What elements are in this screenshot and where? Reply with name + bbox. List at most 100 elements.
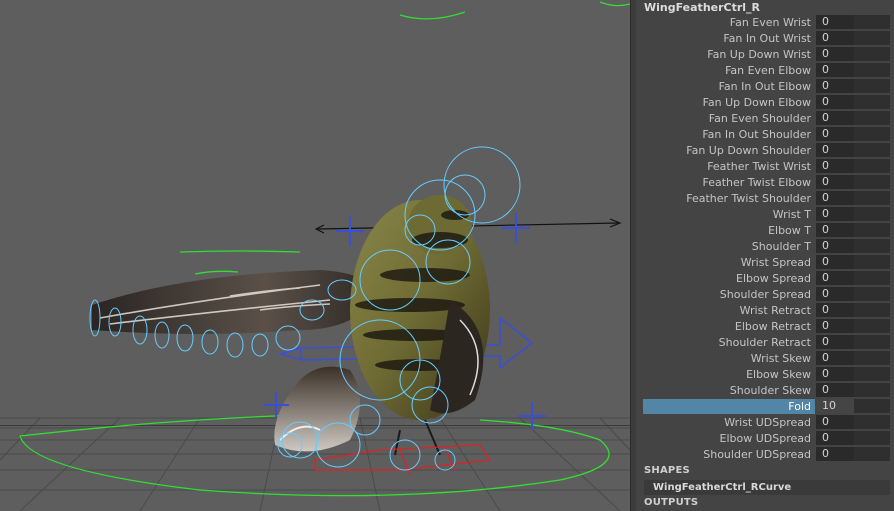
attribute-label[interactable]: Fan Even Shoulder [709, 111, 811, 126]
attribute-value-slider[interactable] [854, 143, 890, 157]
attribute-value-slider[interactable] [854, 175, 890, 189]
attribute-value-slider[interactable] [854, 79, 890, 93]
attribute-value-slider[interactable] [854, 367, 890, 381]
attribute-label[interactable]: Shoulder Skew [730, 383, 811, 398]
attribute-label[interactable]: Wrist Spread [741, 255, 811, 270]
attribute-row[interactable]: Fan Even Wrist 0 [636, 15, 894, 30]
attribute-value-field[interactable]: 0 [816, 111, 854, 125]
attribute-row[interactable]: Fold 10 [636, 399, 894, 414]
attribute-label[interactable]: Fan Even Elbow [725, 63, 811, 78]
attribute-label[interactable]: Wrist T [773, 207, 811, 222]
attribute-value-slider[interactable] [854, 47, 890, 61]
attribute-label[interactable]: Shoulder Retract [719, 335, 811, 350]
attribute-value-slider[interactable] [854, 255, 890, 269]
attribute-value-slider[interactable] [854, 415, 890, 429]
attribute-label[interactable]: Shoulder UDSpread [703, 447, 811, 462]
attribute-row[interactable]: Shoulder Spread 0 [636, 287, 894, 302]
attribute-value-field[interactable]: 0 [816, 287, 854, 301]
attribute-label[interactable]: Fan In Out Wrist [723, 31, 811, 46]
attribute-value-field[interactable]: 10 [816, 399, 854, 413]
attribute-value-field[interactable]: 0 [816, 143, 854, 157]
attribute-row[interactable]: Shoulder Skew 0 [636, 383, 894, 398]
attribute-value-field[interactable]: 0 [816, 319, 854, 333]
attribute-label[interactable]: Fan Up Down Wrist [707, 47, 811, 62]
attribute-value-slider[interactable] [854, 351, 890, 365]
attribute-row[interactable]: Fan In Out Elbow 0 [636, 79, 894, 94]
attribute-value-field[interactable]: 0 [816, 15, 854, 29]
attribute-label[interactable]: Fan In Out Elbow [719, 79, 811, 94]
attribute-value-field[interactable]: 0 [816, 303, 854, 317]
attribute-value-field[interactable]: 0 [816, 31, 854, 45]
attribute-row[interactable]: Fan In Out Shoulder 0 [636, 127, 894, 142]
attribute-value-field[interactable]: 0 [816, 223, 854, 237]
attribute-value-slider[interactable] [854, 383, 890, 397]
attribute-value-field[interactable]: 0 [816, 239, 854, 253]
attribute-value-slider[interactable] [854, 111, 890, 125]
attribute-value-slider[interactable] [854, 431, 890, 445]
attribute-label[interactable]: Shoulder Spread [720, 287, 811, 302]
attribute-value-field[interactable]: 0 [816, 383, 854, 397]
attribute-value-slider[interactable] [854, 63, 890, 77]
attribute-value-field[interactable]: 0 [816, 159, 854, 173]
attribute-label[interactable]: Shoulder T [752, 239, 811, 254]
attribute-label[interactable]: Wrist UDSpread [724, 415, 811, 430]
attribute-value-field[interactable]: 0 [816, 447, 854, 461]
attribute-label[interactable]: Elbow Skew [746, 367, 811, 382]
attribute-label[interactable]: Fan Up Down Elbow [703, 95, 811, 110]
attribute-value-field[interactable]: 0 [816, 207, 854, 221]
attribute-value-slider[interactable] [854, 399, 890, 413]
attribute-row[interactable]: Fan In Out Wrist 0 [636, 31, 894, 46]
attribute-label[interactable]: Wrist Retract [740, 303, 811, 318]
attribute-row[interactable]: Elbow UDSpread 0 [636, 431, 894, 446]
attribute-label[interactable]: Feather Twist Shoulder [686, 191, 811, 206]
node-title[interactable]: WingFeatherCtrl_R [644, 1, 760, 14]
attribute-value-slider[interactable] [854, 159, 890, 173]
attribute-row[interactable]: Elbow Spread 0 [636, 271, 894, 286]
attribute-label[interactable]: Elbow T [768, 223, 811, 238]
attribute-value-slider[interactable] [854, 335, 890, 349]
attribute-label[interactable]: Fold [788, 399, 811, 414]
attribute-value-slider[interactable] [854, 287, 890, 301]
attribute-label[interactable]: Fan In Out Shoulder [702, 127, 811, 142]
attribute-row[interactable]: Elbow T 0 [636, 223, 894, 238]
attribute-value-field[interactable]: 0 [816, 271, 854, 285]
3d-viewport[interactable] [0, 0, 630, 511]
attribute-value-slider[interactable] [854, 191, 890, 205]
attribute-value-field[interactable]: 0 [816, 255, 854, 269]
attribute-row[interactable]: Fan Up Down Elbow 0 [636, 95, 894, 110]
attribute-value-field[interactable]: 0 [816, 431, 854, 445]
attribute-value-field[interactable]: 0 [816, 79, 854, 93]
attribute-row[interactable]: Fan Up Down Wrist 0 [636, 47, 894, 62]
attribute-row[interactable]: Wrist Spread 0 [636, 255, 894, 270]
attribute-row[interactable]: Feather Twist Wrist 0 [636, 159, 894, 174]
attribute-value-field[interactable]: 0 [816, 415, 854, 429]
attribute-value-field[interactable]: 0 [816, 191, 854, 205]
attribute-label[interactable]: Fan Even Wrist [730, 15, 811, 30]
attribute-value-field[interactable]: 0 [816, 127, 854, 141]
attribute-row[interactable]: Elbow Retract 0 [636, 319, 894, 334]
attribute-value-field[interactable]: 0 [816, 47, 854, 61]
attribute-label[interactable]: Elbow UDSpread [720, 431, 811, 446]
attribute-row[interactable]: Feather Twist Elbow 0 [636, 175, 894, 190]
attribute-value-slider[interactable] [854, 95, 890, 109]
attribute-row[interactable]: Wrist Skew 0 [636, 351, 894, 366]
attribute-row[interactable]: Feather Twist Shoulder 0 [636, 191, 894, 206]
attribute-row[interactable]: Shoulder UDSpread 0 [636, 447, 894, 462]
attribute-row[interactable]: Shoulder T 0 [636, 239, 894, 254]
attribute-row[interactable]: Wrist T 0 [636, 207, 894, 222]
attribute-value-slider[interactable] [854, 207, 890, 221]
attribute-value-field[interactable]: 0 [816, 367, 854, 381]
attribute-row[interactable]: Fan Up Down Shoulder 0 [636, 143, 894, 158]
attribute-value-field[interactable]: 0 [816, 175, 854, 189]
attribute-label[interactable]: Wrist Skew [751, 351, 811, 366]
attribute-label[interactable]: Feather Twist Elbow [702, 175, 811, 190]
attribute-value-slider[interactable] [854, 319, 890, 333]
attribute-value-slider[interactable] [854, 447, 890, 461]
attribute-row[interactable]: Shoulder Retract 0 [636, 335, 894, 350]
attribute-row[interactable]: Fan Even Elbow 0 [636, 63, 894, 78]
attribute-row[interactable]: Elbow Skew 0 [636, 367, 894, 382]
attribute-row[interactable]: Wrist UDSpread 0 [636, 415, 894, 430]
attribute-value-slider[interactable] [854, 31, 890, 45]
attribute-value-field[interactable]: 0 [816, 95, 854, 109]
attribute-value-slider[interactable] [854, 271, 890, 285]
